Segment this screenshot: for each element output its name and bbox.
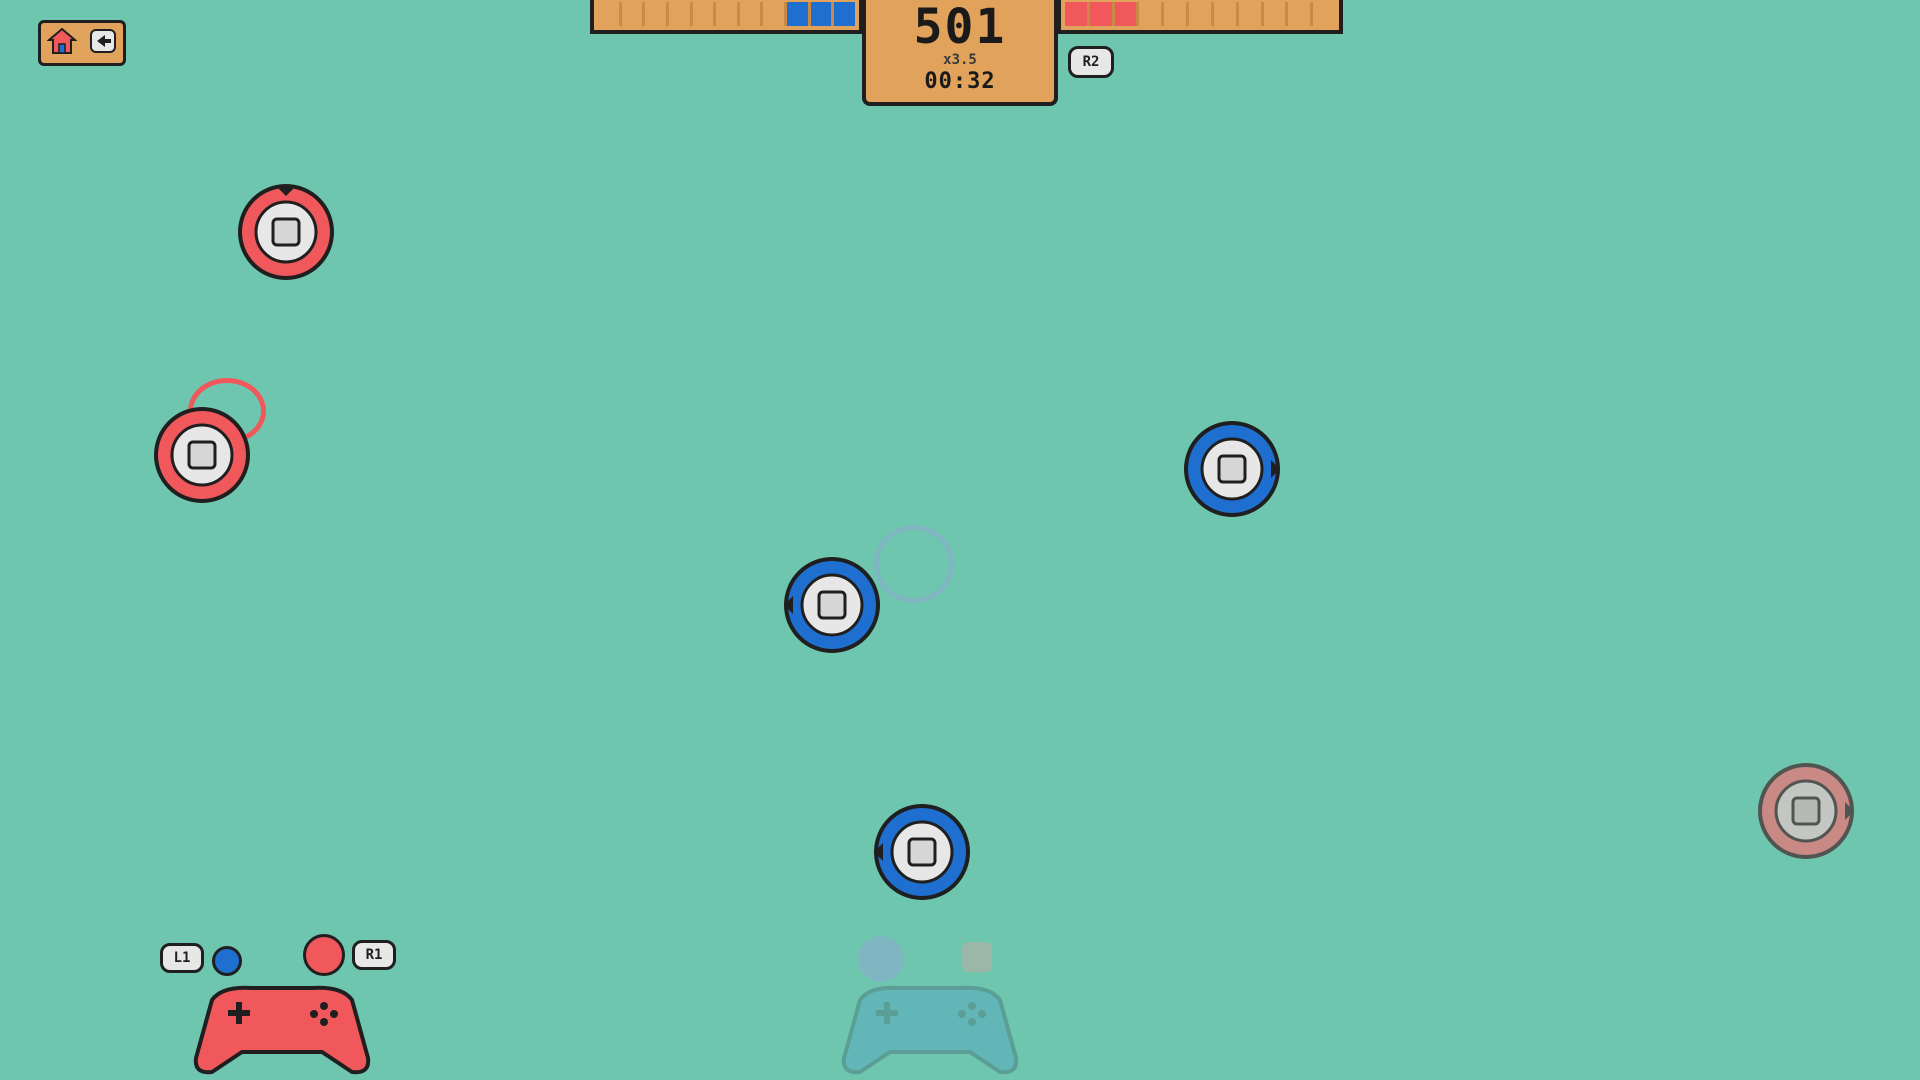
blue-team-progress-bar (590, 0, 863, 34)
score-value: 501 (913, 0, 1007, 55)
empty-slot-indicator (962, 942, 992, 972)
match-timer: 00:32 (924, 69, 996, 94)
score-multiplier: x3.5 (943, 52, 977, 68)
red-player (153, 406, 251, 504)
blue-team-indicator-faded (858, 936, 904, 982)
r2-button-hint: R2 (1068, 46, 1114, 78)
menu-widget[interactable] (38, 20, 126, 66)
r1-button-hint: R1 (352, 940, 396, 970)
blue-controller-icon-faded (840, 980, 1020, 1080)
red-team-indicator (303, 934, 345, 976)
red-controller-icon (192, 980, 372, 1080)
aim-ring (874, 525, 954, 603)
score-panel: 501 x3.5 00:32 (862, 0, 1058, 106)
red-player-faded (1757, 762, 1855, 860)
back-icon[interactable] (88, 27, 118, 59)
home-icon[interactable] (45, 27, 78, 59)
blue-player (1183, 420, 1281, 518)
l1-button-hint: L1 (160, 943, 204, 973)
red-player (237, 183, 335, 281)
blue-player (873, 803, 971, 901)
blue-player (783, 556, 881, 654)
blue-team-indicator (212, 946, 242, 976)
red-team-progress-bar (1057, 0, 1343, 34)
